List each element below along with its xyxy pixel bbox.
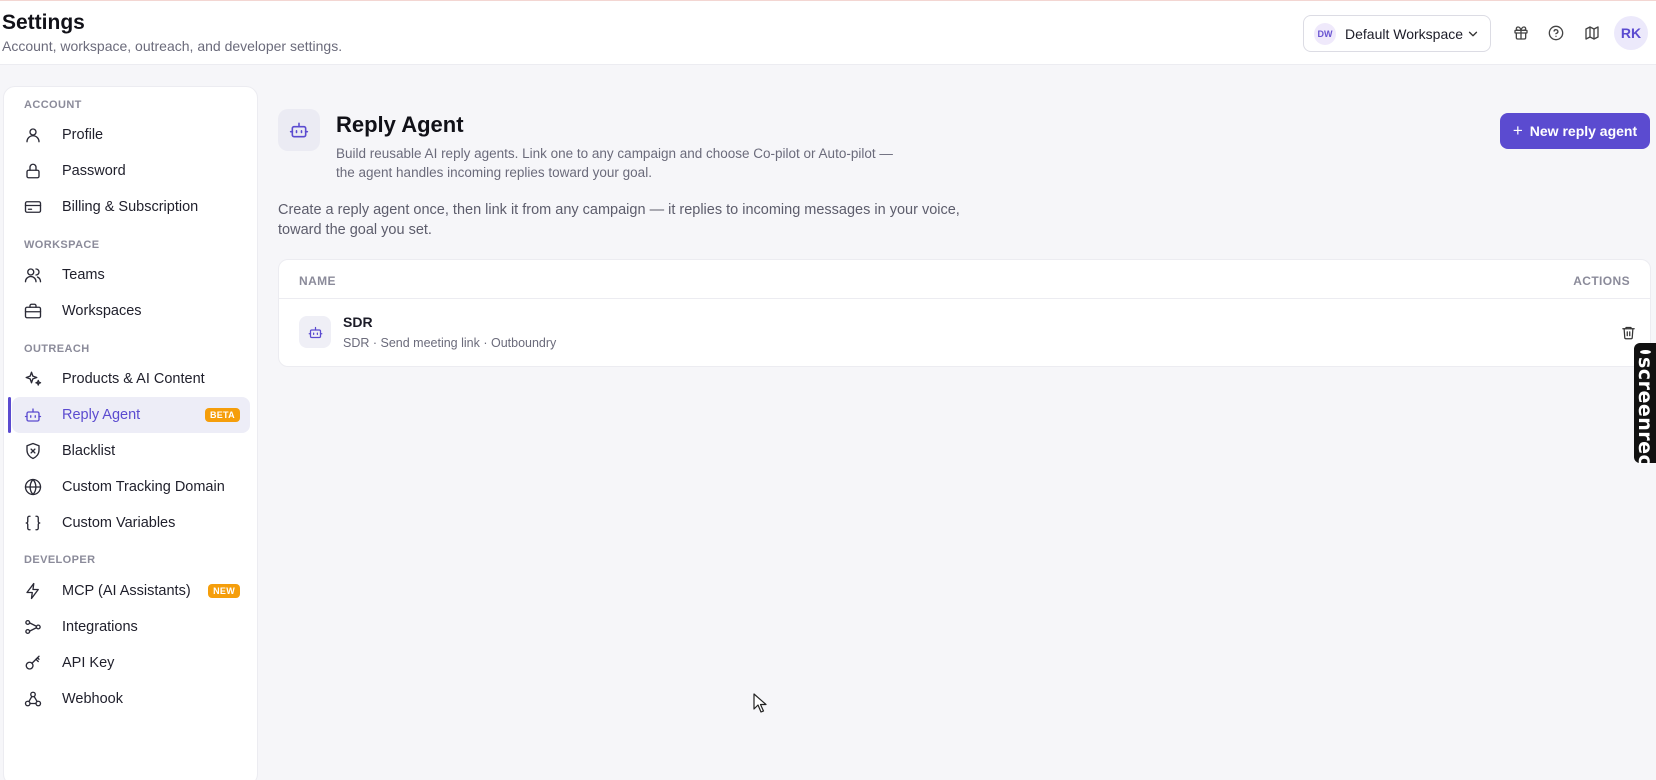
webhook-icon (23, 689, 43, 709)
section-label-outreach: OUTREACH (24, 343, 90, 355)
new-reply-agent-button[interactable]: + New reply agent (1500, 113, 1650, 149)
beta-badge: BETA (204, 408, 240, 422)
user-icon (23, 125, 43, 145)
workspace-selector[interactable]: DW Default Workspace (1303, 15, 1491, 52)
sparkles-icon (23, 369, 43, 389)
sidebar-item-label: Custom Variables (62, 515, 176, 531)
plus-icon: + (1512, 121, 1523, 140)
sidebar-item-custom-variables[interactable]: Custom Variables (12, 505, 250, 541)
sidebar-item-label: MCP (AI Assistants) (62, 583, 191, 599)
sidebar-item-label: API Key (62, 655, 115, 671)
page-title: Settings (2, 11, 85, 34)
gift-icon[interactable] (1511, 23, 1531, 43)
sidebar-item-label: Billing & Subscription (62, 199, 199, 215)
chevron-down-icon (1466, 27, 1480, 41)
intro-text: Create a reply agent once, then link it … (278, 202, 960, 238)
new-reply-agent-label: New reply agent (1529, 123, 1638, 139)
sidebar-item-label: Teams (62, 267, 105, 283)
avatar[interactable]: RK (1614, 16, 1648, 50)
sidebar-item-integrations[interactable]: Integrations (12, 609, 250, 645)
briefcase-icon (23, 301, 43, 321)
column-header-name: NAME (299, 274, 336, 288)
screenrec-label: screenrec (1634, 357, 1656, 467)
section-label-account: ACCOUNT (24, 99, 82, 111)
sidebar-item-products-ai-content[interactable]: Products & AI Content (12, 361, 250, 397)
sidebar-item-reply-agent[interactable]: Reply Agent BETA (8, 397, 250, 433)
sidebar-item-teams[interactable]: Teams (12, 257, 250, 293)
reply-agents-table: NAME ACTIONS SDR SDR · Send meeting link… (278, 259, 1651, 367)
table-row[interactable]: SDR SDR · Send meeting link · Outboundry (279, 299, 1650, 367)
lock-icon (23, 161, 43, 181)
sidebar-item-label: Integrations (62, 619, 138, 635)
sidebar: ACCOUNT Profile Password Billing & Subsc… (3, 86, 258, 780)
section-label-workspace: WORKSPACE (24, 239, 100, 251)
sidebar-item-workspaces[interactable]: Workspaces (12, 293, 250, 329)
screenrec-widget[interactable]: screenrec (1634, 343, 1656, 467)
reply-agent-header-icon (278, 109, 320, 151)
sidebar-item-api-key[interactable]: API Key (12, 645, 250, 681)
sidebar-item-blacklist[interactable]: Blacklist (12, 433, 250, 469)
trash-icon[interactable] (1618, 322, 1638, 342)
active-indicator (8, 397, 11, 433)
main-title: Reply Agent (336, 112, 464, 137)
workflow-icon (23, 617, 43, 637)
shield-x-icon (23, 441, 43, 461)
agent-name: SDR (343, 314, 373, 330)
bot-icon (23, 405, 43, 425)
sidebar-item-label: Profile (62, 127, 104, 143)
sidebar-item-password[interactable]: Password (12, 153, 250, 189)
key-icon (23, 653, 43, 673)
sidebar-item-webhook[interactable]: Webhook (12, 681, 250, 717)
new-badge: NEW (208, 584, 240, 598)
sidebar-item-mcp[interactable]: MCP (AI Assistants) NEW (12, 573, 250, 609)
header: Settings Account, workspace, outreach, a… (0, 1, 1656, 65)
sidebar-item-label: Password (62, 163, 126, 179)
column-header-actions: ACTIONS (1573, 274, 1630, 288)
sidebar-item-custom-tracking-domain[interactable]: Custom Tracking Domain (12, 469, 250, 505)
help-icon[interactable] (1546, 23, 1566, 43)
sidebar-item-label: Products & AI Content (62, 371, 205, 387)
map-icon[interactable] (1582, 23, 1602, 43)
main-description: Build reusable AI reply agents. Link one… (336, 146, 893, 180)
zap-icon (23, 581, 43, 601)
agent-meta: SDR · Send meeting link · Outboundry (343, 336, 557, 350)
workspace-name: Default Workspace (1345, 25, 1464, 42)
users-icon (23, 265, 43, 285)
page-subtitle: Account, workspace, outreach, and develo… (2, 38, 343, 54)
section-label-developer: DEVELOPER (24, 554, 96, 566)
sidebar-item-label: Webhook (62, 691, 123, 707)
workspace-badge: DW (1314, 22, 1336, 45)
sidebar-item-label: Workspaces (62, 303, 142, 319)
sidebar-item-profile[interactable]: Profile (12, 117, 250, 153)
braces-icon (23, 513, 43, 533)
mouse-cursor-icon (753, 693, 767, 713)
credit-card-icon (23, 197, 43, 217)
sidebar-item-billing[interactable]: Billing & Subscription (12, 189, 250, 225)
bot-icon (289, 120, 309, 140)
globe-icon (23, 477, 43, 497)
sidebar-item-label: Reply Agent (62, 407, 141, 423)
record-icon (1639, 350, 1651, 354)
sidebar-item-label: Custom Tracking Domain (62, 479, 225, 495)
sidebar-item-label: Blacklist (62, 443, 116, 459)
bot-icon (299, 316, 331, 348)
